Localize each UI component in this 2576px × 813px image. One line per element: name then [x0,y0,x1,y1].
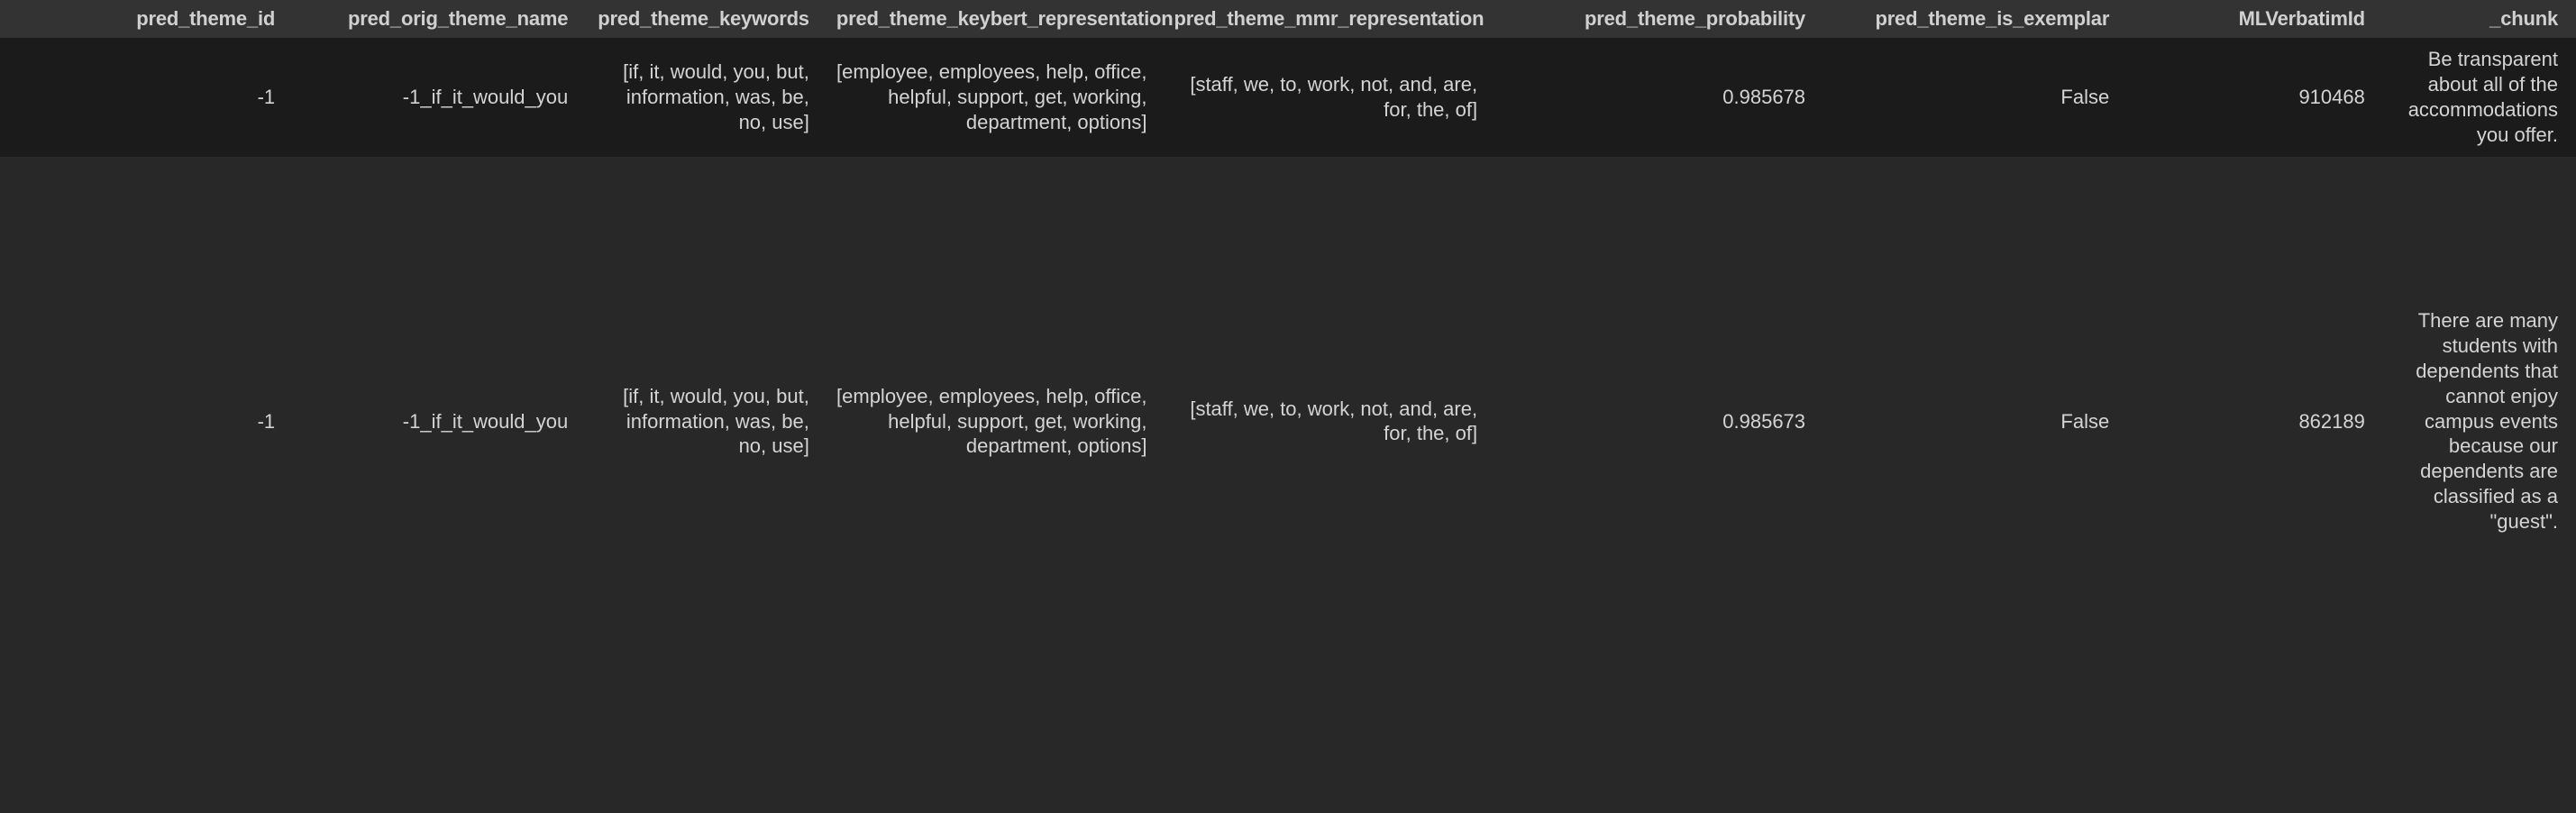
column-header-pred-theme-probability[interactable]: pred_theme_probability [1495,0,1824,38]
dataframe-output: pred_theme_id pred_orig_theme_name pred_… [0,0,2576,813]
cell-pred-orig-theme-name: -1_if_it_would_you [293,298,587,544]
column-header-chunk[interactable]: _chunk [2382,0,2576,38]
cell-pred-theme-keybert-representation: [employee, employees, help, office, help… [827,38,1165,157]
column-header-pred-theme-keybert-representation[interactable]: pred_theme_keybert_representation [827,0,1174,38]
cell-pred-theme-probability: 0.985678 [1495,38,1824,157]
spacer-cell [2382,156,2576,299]
table-row[interactable]: -1 -1_if_it_would_you [if, it, would, yo… [0,298,2576,544]
cell-pred-theme-keywords: [if, it, would, you, but, information, w… [586,38,827,157]
table-body: -1 -1_if_it_would_you [if, it, would, yo… [0,38,2576,544]
spacer-cell [2127,156,2383,299]
cell-pred-theme-id: -1 [0,298,294,544]
cell-mlverbatimid: 862189 [2127,298,2383,544]
table-row[interactable]: -1 -1_if_it_would_you [if, it, would, yo… [0,38,2576,157]
spacer-cell [827,156,1165,299]
cell-pred-theme-keybert-representation: [employee, employees, help, office, help… [827,298,1165,544]
column-header-pred-theme-is-exemplar[interactable]: pred_theme_is_exemplar [1823,0,2128,38]
column-header-pred-theme-mmr-representation[interactable]: pred_theme_mmr_representation [1165,0,1496,38]
row-gap-spacer [0,156,2576,299]
cell-chunk: Be transparent about all of the accommod… [2382,38,2576,157]
spacer-cell [1165,156,1496,299]
cell-chunk: There are many students with dependents … [2382,298,2576,544]
table-header: pred_theme_id pred_orig_theme_name pred_… [0,0,2576,38]
cell-pred-theme-probability: 0.985673 [1495,298,1824,544]
spacer-cell [1495,156,1824,299]
cell-pred-theme-id: -1 [0,38,294,157]
column-header-mlverbatimid[interactable]: MLVerbatimId [2127,0,2383,38]
column-header-pred-theme-id[interactable]: pred_theme_id [0,0,294,38]
cell-pred-theme-is-exemplar: False [1823,38,2128,157]
cell-pred-theme-mmr-representation: [staff, we, to, work, not, and, are, for… [1165,298,1496,544]
spacer-cell [0,156,294,299]
spacer-cell [586,156,827,299]
cell-mlverbatimid: 910468 [2127,38,2383,157]
cell-pred-orig-theme-name: -1_if_it_would_you [293,38,587,157]
cell-pred-theme-keywords: [if, it, would, you, but, information, w… [586,298,827,544]
column-header-pred-orig-theme-name[interactable]: pred_orig_theme_name [293,0,587,38]
spacer-cell [1823,156,2128,299]
cell-pred-theme-mmr-representation: [staff, we, to, work, not, and, are, for… [1165,38,1496,157]
column-header-pred-theme-keywords[interactable]: pred_theme_keywords [586,0,827,38]
dataframe-table: pred_theme_id pred_orig_theme_name pred_… [0,0,2576,544]
cell-pred-theme-is-exemplar: False [1823,298,2128,544]
header-row: pred_theme_id pred_orig_theme_name pred_… [0,0,2576,38]
spacer-cell [293,156,587,299]
